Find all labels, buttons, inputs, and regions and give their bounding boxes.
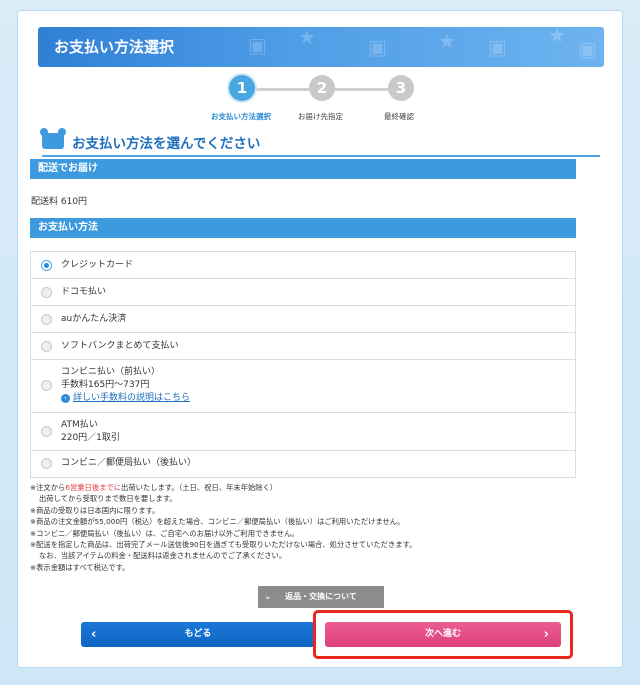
back-button[interactable]: ‹ もどる [81, 622, 315, 647]
camera-icon: ▣ [578, 37, 597, 61]
note-line: ※コンビニ／郵便局払い（後払い）は、ご自宅へのお届け以外ご利用できません。 [30, 528, 299, 538]
payment-option-label: auかんたん決済 [61, 314, 127, 324]
payment-option-label: コンビニ／郵便局払い（後払い） [61, 458, 197, 468]
shipping-bar: 配送でお届け [30, 159, 576, 179]
payment-option-label: クレジットカード [61, 260, 134, 270]
payment-option-fee: 220円／1取引 [61, 433, 120, 443]
step-3-circle: 3 [388, 75, 414, 101]
payment-options-list: クレジットカード ドコモ払い auかんたん決済 ソフトバンクまとめて支払い コン… [30, 251, 576, 478]
payment-option-atm[interactable]: ATM払い 220円／1取引 [31, 413, 575, 451]
next-button-highlight: 次へ進む › [313, 610, 573, 659]
radio-button[interactable] [41, 380, 52, 391]
note-line: ※配送を指定した商品は、出荷完了メール送信後90日を過ぎても受取りいただけない場… [30, 540, 417, 550]
payment-option-au[interactable]: auかんたん決済 [31, 306, 575, 333]
step-3-label: 最終確認 [384, 112, 414, 121]
payment-option-docomo[interactable]: ドコモ払い [31, 279, 575, 306]
camera-icon: ▣ [368, 35, 387, 59]
note-line: ※商品の注文金額が55,000円（税込）を超えた場合、コンビニ／郵便局払い（後払… [30, 517, 405, 527]
shipping-fee: 配送料 610円 [31, 197, 88, 207]
page-title: お支払い方法選択 [54, 38, 175, 56]
chevron-right-icon: › [543, 627, 549, 642]
note-line: 出荷してから受取りまで数日を要します。 [39, 494, 177, 504]
next-button-label: 次へ進む [424, 629, 461, 639]
payment-option-softbank[interactable]: ソフトバンクまとめて支払い [31, 333, 575, 360]
payment-option-fee: 手数料165円〜737円 [61, 380, 150, 390]
chevron-right-icon: › [61, 394, 70, 403]
next-button[interactable]: 次へ進む › [325, 622, 561, 647]
section-title-text: お支払い方法を選んでください [72, 136, 261, 152]
step-2-label: お届け先指定 [298, 112, 343, 121]
payment-option-label: ATM払い [61, 420, 98, 430]
step-1-circle: 1 [229, 75, 255, 101]
payment-option-postpay[interactable]: コンビニ／郵便局払い（後払い） [31, 451, 575, 477]
note-line: なお、当該アイテムの料金・配送料は返金されませんのでご了承ください。 [39, 551, 287, 561]
radio-button[interactable] [41, 458, 52, 469]
note-highlight: 6営業日後までに [65, 483, 122, 492]
radio-button-selected[interactable] [41, 260, 52, 271]
note-line: ※表示金額はすべて税込です。 [30, 562, 130, 572]
note-line: ※注文から6営業日後までに出荷いたします。（土日、祝日、年末年始除く） [30, 482, 580, 493]
camera-icon: ▣ [488, 35, 507, 59]
camera-icon: ▣ [248, 33, 267, 57]
fee-details-link[interactable]: 詳しい手数料の説明はこちら [73, 393, 190, 403]
payment-method-bar: お支払い方法 [30, 218, 576, 238]
chevron-left-icon: ‹ [91, 627, 97, 642]
star-icon: ★ [438, 29, 456, 53]
radio-button[interactable] [41, 314, 52, 325]
payment-option-label: ソフトバンクまとめて支払い [61, 341, 179, 351]
star-icon: ★ [548, 27, 566, 47]
section-title: お支払い方法を選んでください [40, 128, 600, 157]
mickey-card-icon [40, 128, 66, 149]
returns-exchange-label: 返品・交換について [285, 592, 357, 601]
note-text: 出荷いたします。（土日、祝日、年末年始除く） [121, 483, 278, 492]
note-line: ※商品の受取りは日本国内に限ります。 [30, 505, 160, 515]
radio-button[interactable] [41, 426, 52, 437]
fee-details-link-row[interactable]: › 詳しい手数料の説明はこちら [61, 392, 575, 405]
notes-block: ※注文から6営業日後までに出荷いたします。（土日、祝日、年末年始除く） 出荷して… [30, 482, 580, 573]
star-icon: ★ [298, 27, 316, 49]
page-header: ▣ ★ ▣ ★ ▣ ★ ▣ お支払い方法選択 [38, 27, 604, 67]
payment-option-label: コンビニ払い（前払い） [61, 367, 161, 377]
returns-exchange-button[interactable]: ⌄ 返品・交換について [258, 586, 384, 608]
back-button-label: もどる [184, 629, 212, 639]
payment-option-credit-card[interactable]: クレジットカード [31, 252, 575, 279]
progress-stepper: 1 2 3 お支払い方法選択 お届け先指定 最終確認 [208, 75, 448, 127]
chevron-down-icon: ⌄ [264, 592, 272, 602]
note-text: ※注文から [30, 483, 66, 492]
radio-button[interactable] [41, 341, 52, 352]
payment-option-convenience-prepay[interactable]: コンビニ払い（前払い） 手数料165円〜737円 › 詳しい手数料の説明はこちら [31, 360, 575, 413]
radio-button[interactable] [41, 287, 52, 298]
step-2-circle: 2 [309, 75, 335, 101]
payment-option-label: ドコモ払い [61, 287, 107, 297]
step-1-label: お支払い方法選択 [211, 112, 271, 121]
